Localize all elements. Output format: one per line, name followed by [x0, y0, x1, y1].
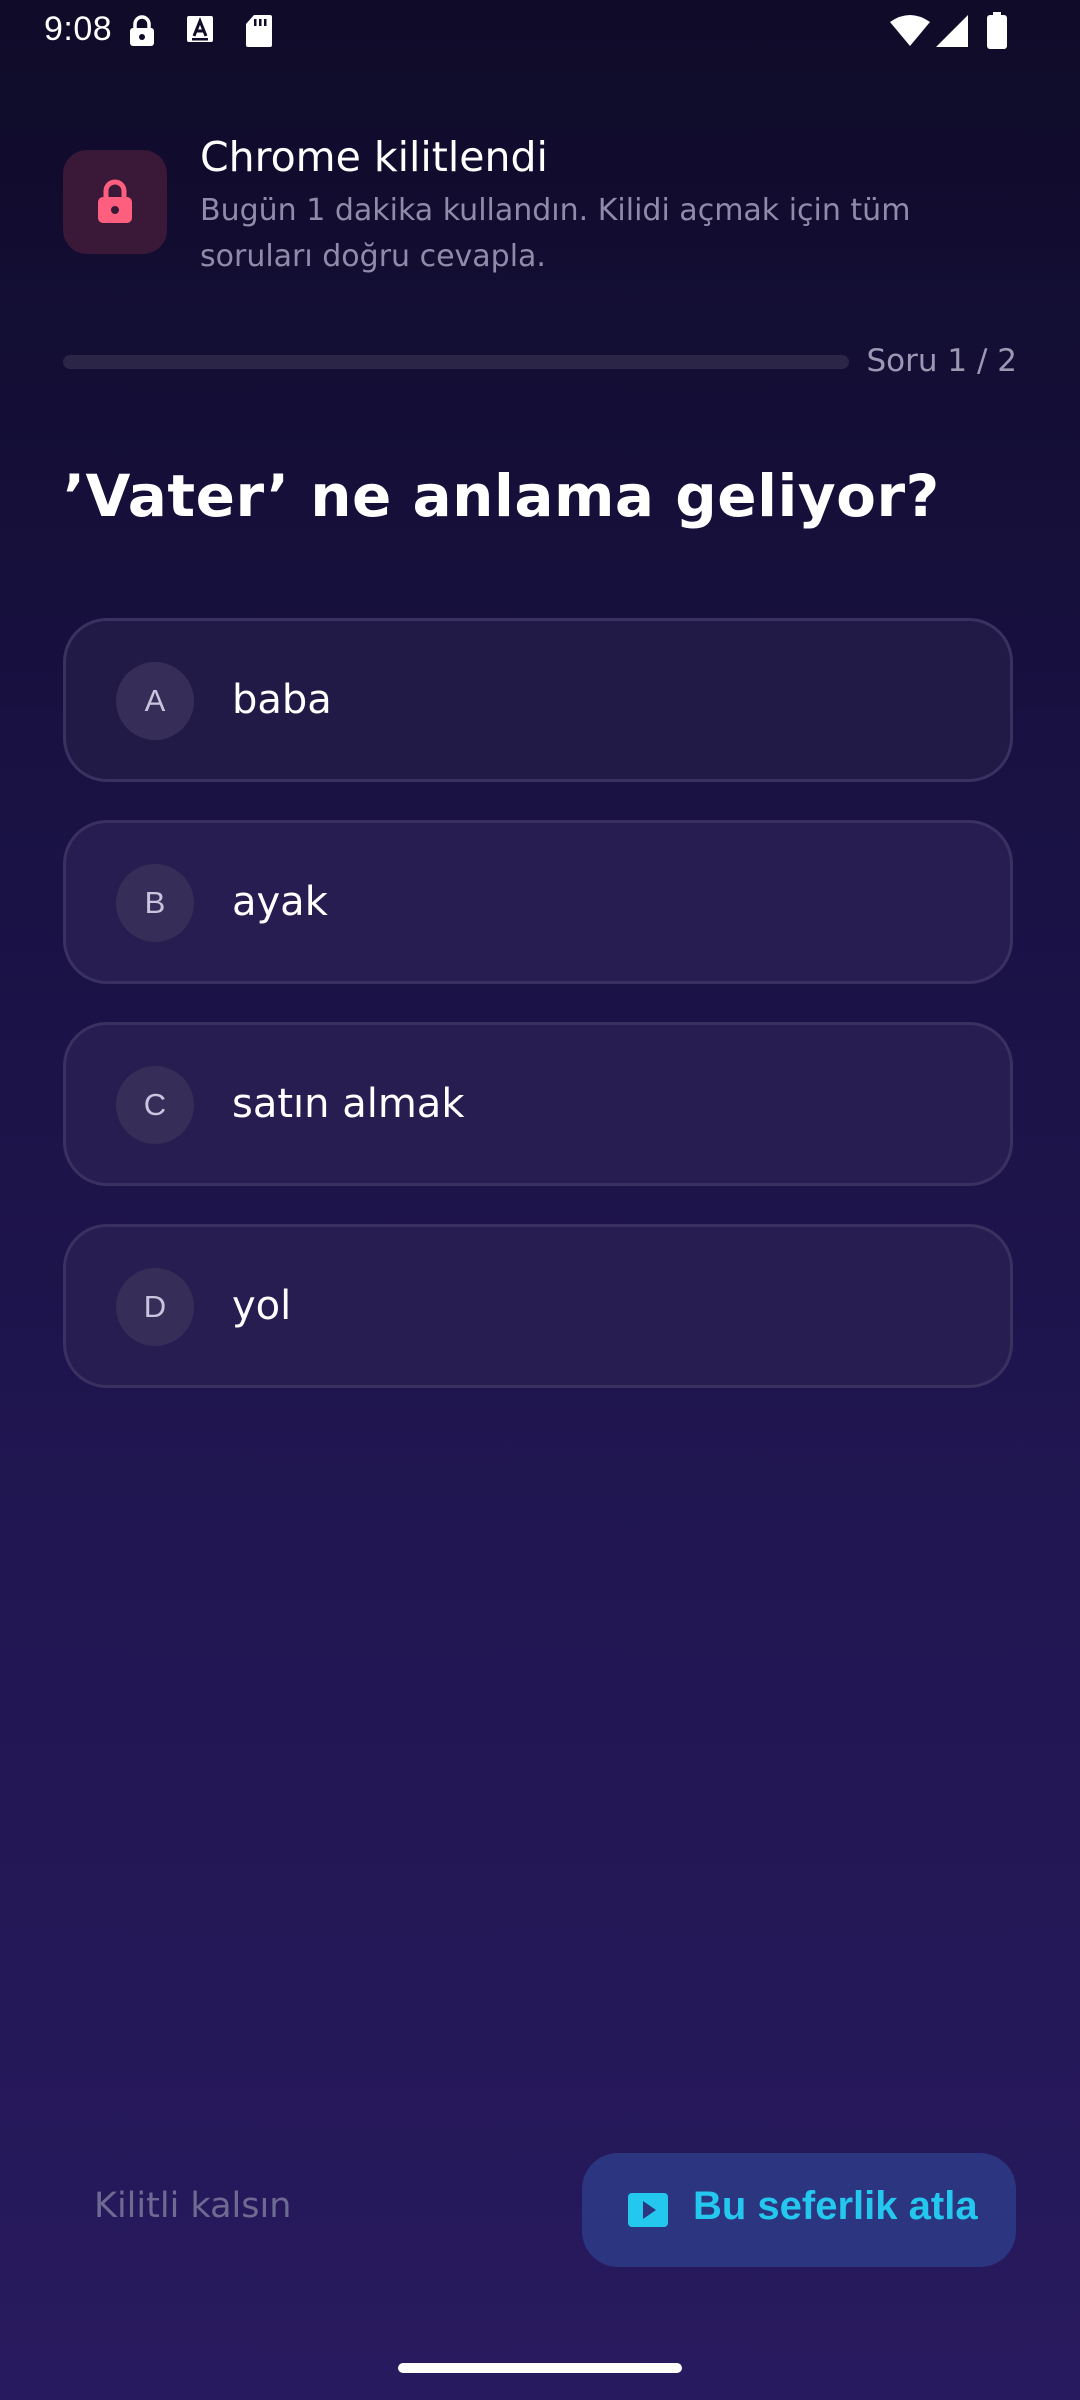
app-lock-badge — [63, 150, 167, 254]
progress-bar — [63, 355, 849, 369]
option-letter-badge: B — [116, 864, 194, 942]
option-letter-badge: A — [116, 662, 194, 740]
progress-label: Soru 1 / 2 — [866, 343, 1018, 379]
question-text: ’Vater’ ne anlama geliyor? — [63, 462, 940, 530]
option-letter-badge: C — [116, 1066, 194, 1144]
lock-icon — [98, 179, 132, 223]
text-a-icon — [186, 14, 214, 49]
option-label: satın almak — [232, 1081, 465, 1127]
option-letter-badge: D — [116, 1268, 194, 1346]
signal-icon — [935, 14, 969, 53]
answer-option-d[interactable]: D yol — [63, 1224, 1013, 1388]
lock-title: Chrome kilitlendi — [200, 133, 548, 181]
status-bar: 9:08 — [0, 0, 1080, 64]
lock-subtitle: Bugün 1 dakika kullandın. Kilidi açmak i… — [200, 193, 911, 274]
option-label: baba — [232, 677, 332, 723]
answer-option-b[interactable]: B ayak — [63, 820, 1013, 984]
battery-icon — [986, 12, 1008, 55]
option-label: ayak — [232, 879, 328, 925]
wifi-icon — [890, 14, 930, 53]
answer-option-a[interactable]: A baba — [63, 618, 1013, 782]
play-video-icon — [628, 2193, 668, 2227]
skip-once-button[interactable]: Bu seferlik atla — [582, 2153, 1016, 2267]
option-label: yol — [232, 1283, 292, 1329]
status-time: 9:08 — [44, 10, 113, 48]
answer-option-c[interactable]: C satın almak — [63, 1022, 1013, 1186]
lock-icon — [127, 14, 157, 53]
home-indicator[interactable] — [398, 2363, 682, 2373]
stay-locked-button[interactable]: Kilitli kalsın — [94, 2186, 291, 2226]
skip-once-label: Bu seferlik atla — [693, 2184, 978, 2228]
sd-card-icon — [245, 14, 273, 53]
